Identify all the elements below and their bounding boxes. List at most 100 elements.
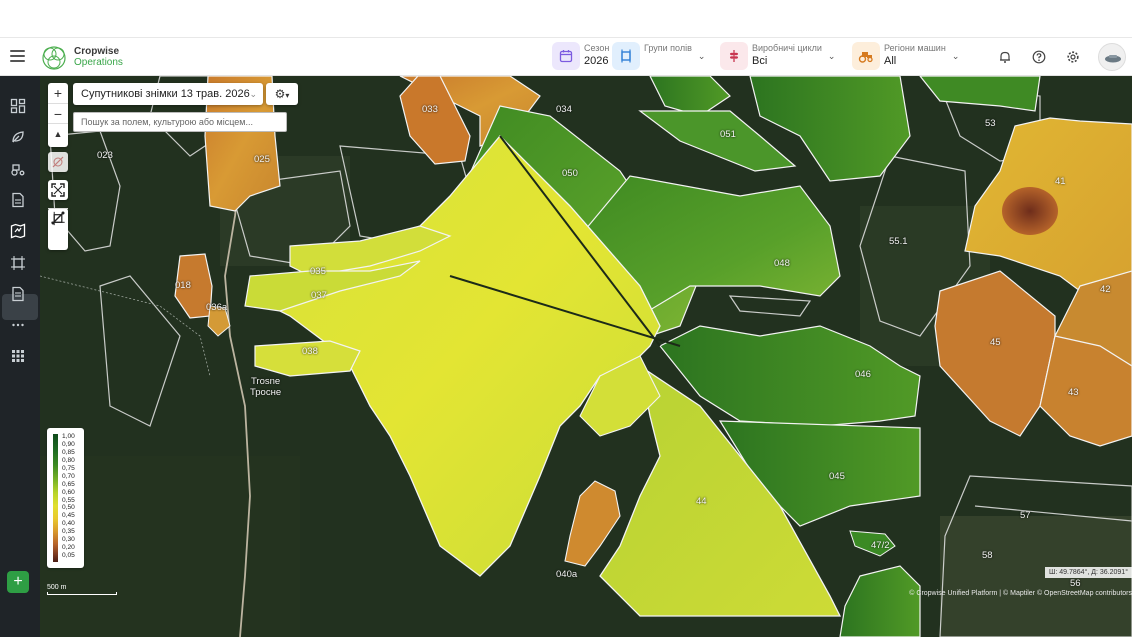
field-label: 53 bbox=[985, 118, 996, 129]
field-groups-label: Групи полів bbox=[644, 43, 692, 53]
measure-area-icon[interactable] bbox=[48, 208, 68, 228]
legend-tick: 0,30 bbox=[62, 536, 75, 544]
field-label: 44 bbox=[696, 496, 707, 507]
legend-tick: 0,75 bbox=[62, 464, 75, 472]
field-label: 037 bbox=[311, 290, 327, 301]
add-button[interactable]: + bbox=[7, 571, 29, 593]
caret-down-icon: ▾ bbox=[285, 91, 290, 100]
production-cycles-label: Виробничі цикли bbox=[752, 43, 822, 53]
field-label: 41 bbox=[1055, 176, 1066, 187]
field-label: 034 bbox=[556, 104, 572, 115]
tractor-icon bbox=[852, 42, 880, 70]
satellite-map[interactable]: 023 025 033 034 051 53 050 048 55.1 41 4… bbox=[40, 76, 1132, 637]
chevron-down-icon: ⌄ bbox=[249, 89, 257, 99]
satellite-date-selector[interactable]: Супутникові знімки 13 трав. 2026 ⌄ bbox=[73, 83, 263, 105]
production-cycles-selector[interactable]: Виробничі цикли Всі ⌄ bbox=[720, 42, 835, 72]
leaf-icon[interactable] bbox=[10, 129, 26, 145]
legend-tick: 0,65 bbox=[62, 480, 75, 488]
apps-grid-icon[interactable] bbox=[10, 348, 26, 364]
field-label: 42 bbox=[1100, 284, 1111, 295]
browser-top-blank bbox=[0, 0, 1132, 38]
field-label: 038 bbox=[302, 346, 318, 357]
more-icon[interactable] bbox=[10, 317, 26, 333]
scale-label: 500 m bbox=[47, 584, 67, 591]
machine-regions-label: Регіони машин bbox=[884, 43, 946, 53]
field-label: 47/2 bbox=[871, 540, 890, 551]
zoom-out-button[interactable]: − bbox=[48, 103, 68, 123]
search-input[interactable] bbox=[73, 112, 287, 132]
legend-tick: 0,70 bbox=[62, 472, 75, 480]
left-sidebar: + bbox=[0, 76, 40, 637]
map-attribution[interactable]: © Cropwise Unified Platform | © Maptiler… bbox=[909, 590, 1132, 597]
zoom-in-button[interactable]: + bbox=[48, 83, 68, 103]
field-groups-selector[interactable]: Групи полів ⌄ bbox=[612, 42, 705, 72]
menu-icon[interactable] bbox=[10, 50, 25, 62]
draw-tools bbox=[48, 208, 68, 250]
legend-tick: 0,20 bbox=[62, 544, 75, 552]
gear-icon: ⚙ bbox=[274, 87, 286, 101]
field-label: 43 bbox=[1068, 387, 1079, 398]
field-icon[interactable] bbox=[10, 255, 26, 271]
compass-button[interactable]: ▲ bbox=[48, 123, 68, 143]
ruler-button[interactable] bbox=[48, 152, 68, 172]
place-label: Trosne Тросне bbox=[250, 376, 281, 398]
gear-icon[interactable] bbox=[1066, 50, 1080, 64]
field-label: 55.1 bbox=[889, 236, 908, 247]
field-label: 56 bbox=[1070, 578, 1081, 589]
field-label: 036а bbox=[206, 302, 228, 313]
legend-tick: 0,80 bbox=[62, 456, 75, 464]
field-label: 050 bbox=[562, 168, 578, 179]
field-label: 025 bbox=[254, 154, 270, 165]
field-label: 57 bbox=[1020, 510, 1031, 521]
field-label: 033 bbox=[422, 104, 438, 115]
field-label: 035 bbox=[310, 266, 326, 277]
legend-tick: 0,55 bbox=[62, 496, 75, 504]
season-selector[interactable]: Сезон 2026 bbox=[552, 42, 609, 72]
map-canvas bbox=[40, 76, 1132, 637]
report-icon[interactable] bbox=[10, 286, 26, 302]
satellite-date-value: Супутникові знімки 13 трав. 2026 bbox=[81, 88, 250, 100]
legend-tick: 1,00 bbox=[62, 433, 75, 440]
field-label: 046 bbox=[855, 369, 871, 380]
legend-tick: 0,40 bbox=[62, 520, 75, 528]
document-icon[interactable] bbox=[10, 192, 26, 208]
ndvi-legend: 1,00 0,90 0,85 0,80 0,75 0,70 0,65 0,60 0,55 0,50… bbox=[47, 428, 84, 568]
app-header: Cropwise Operations Сезон 2026 Групи пол… bbox=[0, 38, 1132, 76]
help-icon[interactable] bbox=[1032, 50, 1046, 64]
crop-icon bbox=[720, 42, 748, 70]
layer-settings-button[interactable]: ⚙▾ bbox=[266, 83, 298, 105]
field-label: 048 bbox=[774, 258, 790, 269]
tractor-icon[interactable] bbox=[10, 161, 26, 177]
expand-icon bbox=[51, 183, 65, 197]
field-label: 051 bbox=[720, 129, 736, 140]
cursor-coordinates: Ш: 49.7864°, Д: 36.2091° bbox=[1044, 567, 1132, 578]
field-label: 023 bbox=[97, 150, 113, 161]
fullscreen-button[interactable] bbox=[48, 180, 68, 200]
calendar-icon bbox=[552, 42, 580, 70]
machine-regions-value: All bbox=[884, 55, 897, 67]
legend-tick: 0,60 bbox=[62, 488, 75, 496]
field-label: 045 bbox=[829, 471, 845, 482]
place-name-cyrillic: Тросне bbox=[250, 387, 282, 398]
machine-regions-selector[interactable]: Регіони машин All ⌄ bbox=[852, 42, 959, 72]
legend-tick: 0,35 bbox=[62, 528, 75, 536]
dashboard-icon[interactable] bbox=[10, 98, 26, 114]
scale-bar: 500 m bbox=[47, 584, 117, 595]
field-label: 58 bbox=[982, 550, 993, 561]
brand-name: Cropwise Operations bbox=[74, 46, 123, 68]
season-label: Сезон bbox=[584, 43, 610, 53]
legend-ticks: 1,00 0,90 0,85 0,80 0,75 0,70 0,65 0,60 0,55 0,50… bbox=[62, 433, 75, 560]
field-label: 45 bbox=[990, 337, 1001, 348]
legend-tick: 0,05 bbox=[62, 552, 75, 560]
avatar[interactable] bbox=[1098, 43, 1126, 71]
map-icon[interactable] bbox=[10, 223, 26, 239]
brand-line2: Operations bbox=[74, 57, 123, 68]
legend-tick: 0,90 bbox=[62, 440, 75, 448]
legend-tick: 0,45 bbox=[62, 512, 75, 520]
field-label: 040а bbox=[556, 569, 578, 580]
brand-line1: Cropwise bbox=[74, 46, 120, 57]
field-group-icon bbox=[612, 42, 640, 70]
production-cycles-value: Всі bbox=[752, 55, 768, 67]
legend-color-bar bbox=[53, 434, 58, 562]
bell-icon[interactable] bbox=[998, 50, 1012, 64]
